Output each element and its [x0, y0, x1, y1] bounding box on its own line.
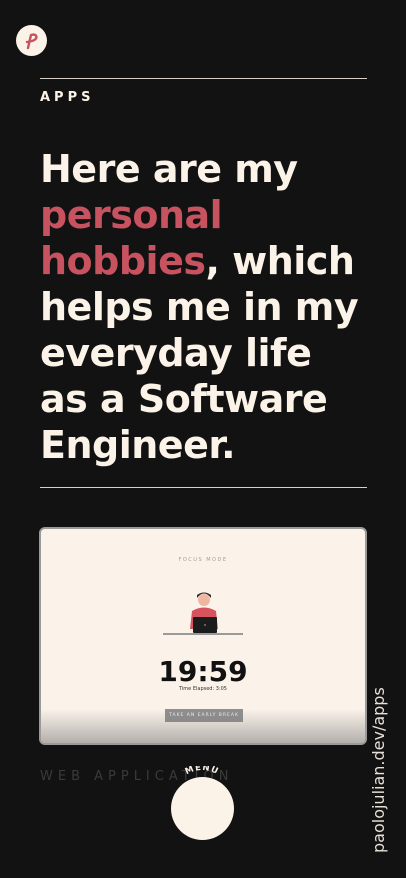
logo[interactable]: [16, 25, 47, 56]
card-fade: [41, 709, 365, 743]
focus-mode-label: FOCUS MODE: [178, 557, 228, 563]
person-at-laptop-illustration: [163, 592, 243, 635]
section-label: APPS: [40, 90, 95, 105]
page-headline: Here are my personal hobbies, which help…: [40, 146, 360, 468]
headline-highlight: personal hobbies: [40, 193, 223, 283]
middle-divider: [40, 487, 367, 488]
menu-label-text: MENU: [184, 766, 220, 777]
headline-text: Here are my: [40, 147, 298, 191]
svg-text:MENU: MENU: [184, 766, 221, 777]
menu-button[interactable]: [171, 777, 234, 840]
elapsed-text: Time Elapsed: 3:05: [179, 686, 227, 692]
top-divider: [40, 78, 367, 79]
logo-mark-icon: [25, 32, 38, 49]
site-url[interactable]: paolojulian.dev/apps: [369, 687, 388, 853]
project-card[interactable]: FOCUS MODE 19:59 Time Elapsed: 3:05 TAKE…: [39, 527, 367, 745]
timer-display: 19:59: [158, 655, 248, 688]
